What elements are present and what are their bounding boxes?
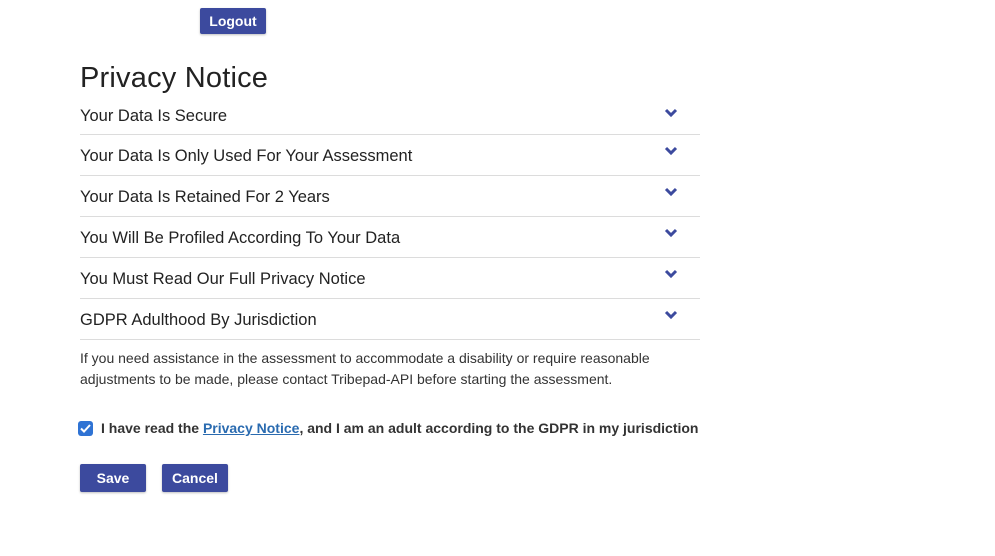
consent-suffix: , and I am an adult according to the GDP…	[299, 420, 699, 436]
chevron-down-icon[interactable]	[664, 227, 678, 239]
page-title: Privacy Notice	[80, 62, 269, 94]
accordion-item-data-retained[interactable]: Your Data Is Retained For 2 Years	[80, 176, 700, 217]
assistance-text: If you need assistance in the assessment…	[80, 350, 650, 387]
consent-row: I have read the Privacy Notice, and I am…	[78, 420, 699, 436]
accordion-item-title: GDPR Adulthood By Jurisdiction	[80, 310, 317, 329]
privacy-accordion: Your Data Is Secure Your Data Is Only Us…	[80, 97, 700, 340]
accordion-item-data-secure[interactable]: Your Data Is Secure	[80, 97, 700, 135]
chevron-down-icon[interactable]	[664, 107, 678, 119]
privacy-notice-link[interactable]: Privacy Notice	[203, 420, 300, 436]
accordion-item-data-used[interactable]: Your Data Is Only Used For Your Assessme…	[80, 135, 700, 176]
chevron-down-icon[interactable]	[664, 268, 678, 280]
accordion-item-title: Your Data Is Only Used For Your Assessme…	[80, 146, 413, 165]
logout-button[interactable]: Logout	[200, 8, 266, 34]
consent-prefix: I have read the	[101, 420, 203, 436]
save-button[interactable]: Save	[80, 464, 146, 492]
consent-label: I have read the Privacy Notice, and I am…	[101, 420, 699, 436]
accordion-item-title: Your Data Is Secure	[80, 107, 228, 125]
cancel-button[interactable]: Cancel	[162, 464, 228, 492]
accordion-item-title: Your Data Is Retained For 2 Years	[80, 187, 330, 206]
accordion-item-title: You Will Be Profiled According To Your D…	[80, 228, 401, 247]
chevron-down-icon[interactable]	[664, 309, 678, 321]
accordion-item-full-notice[interactable]: You Must Read Our Full Privacy Notice	[80, 258, 700, 299]
accordion-item-gdpr-adulthood[interactable]: GDPR Adulthood By Jurisdiction	[80, 299, 700, 340]
chevron-down-icon[interactable]	[664, 145, 678, 157]
accordion-item-title: You Must Read Our Full Privacy Notice	[80, 269, 366, 288]
accordion-item-profiled[interactable]: You Will Be Profiled According To Your D…	[80, 217, 700, 258]
consent-checkbox[interactable]	[78, 420, 93, 436]
checkmark-icon	[80, 423, 91, 433]
chevron-down-icon[interactable]	[664, 186, 678, 198]
